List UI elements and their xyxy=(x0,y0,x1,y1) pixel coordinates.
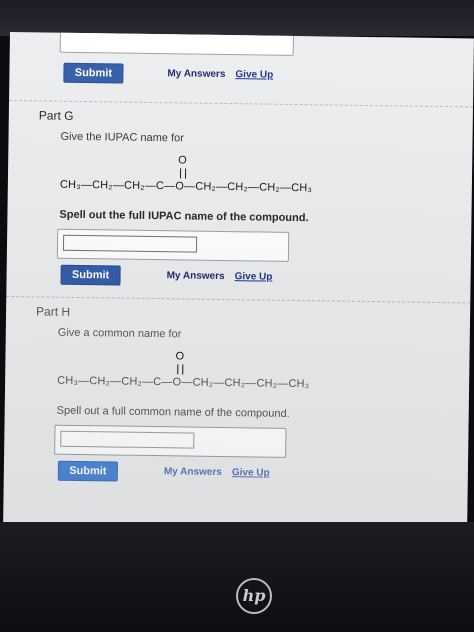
hp-logo-icon: hp xyxy=(236,578,272,614)
part-h-submit-button[interactable]: Submit xyxy=(57,460,119,482)
part-h-my-answers-link[interactable]: My Answers xyxy=(164,466,222,478)
part-h-prompt: Give a common name for xyxy=(57,326,182,341)
my-answers-link-previous[interactable]: My Answers xyxy=(167,68,225,80)
give-up-link-previous[interactable]: Give Up xyxy=(235,69,273,81)
monitor-bezel-bottom xyxy=(0,522,474,632)
part-h-title: Part H xyxy=(36,304,71,319)
part-g-instruction: Spell out the full IUPAC name of the com… xyxy=(59,208,309,225)
part-g-my-answers-link[interactable]: My Answers xyxy=(167,270,225,282)
part-g-answer-input[interactable] xyxy=(62,234,198,253)
part-h-answer-input[interactable] xyxy=(60,430,195,449)
divider xyxy=(9,99,474,108)
part-g-title: Part G xyxy=(38,108,74,123)
browser-content: Submit My Answers Give Up Part G Give th… xyxy=(3,32,474,531)
carbonyl-oxygen: O xyxy=(178,154,187,167)
part-h-formula: CH₃—CH₂—CH₂—C—O—CH₂—CH₂—CH₂—CH₃ xyxy=(57,374,310,391)
double-bond xyxy=(177,364,184,375)
previous-answer-box[interactable] xyxy=(59,32,295,56)
submit-button-previous[interactable]: Submit xyxy=(63,62,124,84)
monitor-bezel-top xyxy=(0,0,474,36)
part-g-prompt: Give the IUPAC name for xyxy=(60,130,184,145)
part-g-submit-button[interactable]: Submit xyxy=(60,264,121,286)
part-h-instruction: Spell out a full common name of the comp… xyxy=(56,404,290,420)
part-h-give-up-link[interactable]: Give Up xyxy=(232,467,270,479)
part-g-formula: CH₃—CH₂—CH₂—C—O—CH₂—CH₂—CH₂—CH₃ xyxy=(59,178,313,195)
part-g-give-up-link[interactable]: Give Up xyxy=(235,271,273,283)
double-bond xyxy=(179,168,187,179)
carbonyl-oxygen: O xyxy=(175,350,185,363)
divider xyxy=(6,295,471,304)
